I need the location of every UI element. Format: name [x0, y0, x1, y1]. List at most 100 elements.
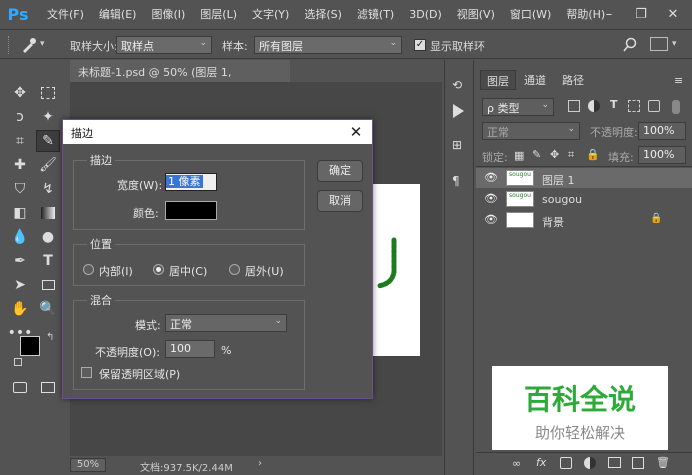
type-tool-icon[interactable]: T	[36, 250, 60, 272]
lock-all-icon[interactable]: 🔒	[586, 148, 600, 161]
menu-window[interactable]: 窗口(W)	[510, 6, 551, 22]
default-colors-icon[interactable]	[14, 358, 22, 366]
clone-stamp-tool-icon[interactable]: ⛉	[8, 178, 32, 200]
gradient-tool-icon[interactable]	[36, 202, 60, 224]
crop-tool-icon[interactable]: ⌗	[8, 130, 32, 152]
hand-tool-icon[interactable]: ✋	[8, 298, 32, 320]
filter-smart-object-icon[interactable]	[648, 100, 660, 112]
healing-brush-tool-icon[interactable]: ✚	[8, 154, 32, 176]
link-icon[interactable]: ∞	[512, 457, 521, 470]
lock-position-icon[interactable]: ✥	[550, 148, 559, 161]
magic-wand-tool-icon[interactable]: ✦	[36, 106, 60, 128]
blend-mode-select[interactable]: 正常 ⌄	[482, 122, 580, 140]
mode-select[interactable]: 正常 ⌄	[165, 314, 287, 332]
new-layer-icon[interactable]	[632, 457, 644, 469]
lasso-tool-icon[interactable]: ↄ	[8, 106, 32, 128]
zoom-tool-icon[interactable]: 🔍	[36, 298, 60, 320]
eye-icon[interactable]: 👁	[484, 192, 498, 205]
cancel-button[interactable]: 取消	[317, 190, 363, 212]
layer-row-sougou[interactable]: 👁 sougou sougou	[476, 189, 692, 209]
tab-paths[interactable]: 路径	[556, 70, 590, 90]
eyedropper-icon[interactable]	[20, 36, 38, 54]
menu-edit[interactable]: 编辑(E)	[99, 6, 137, 22]
sample-size-select[interactable]: 取样点 ⌄	[116, 36, 212, 54]
document-tab[interactable]: 未标题-1.psd @ 50% (图层 1, RGB/8#) * ×	[70, 60, 290, 93]
lock-artboard-icon[interactable]: ⌗	[568, 148, 574, 162]
filter-toggle-icon[interactable]	[672, 100, 680, 114]
preserve-transparency-checkbox[interactable]	[81, 367, 92, 378]
layer-name: 背景	[542, 216, 564, 229]
menu-select[interactable]: 选择(S)	[304, 6, 342, 22]
menu-3d[interactable]: 3D(D)	[409, 8, 442, 21]
filter-type-icon[interactable]: T	[610, 98, 618, 111]
marquee-tool-icon[interactable]	[36, 82, 60, 104]
move-tool-icon[interactable]: ✥	[8, 82, 32, 104]
adjustment-icon[interactable]	[584, 457, 596, 469]
quick-mask-icon[interactable]	[8, 376, 32, 398]
lock-transparent-icon[interactable]: ▦	[514, 149, 524, 162]
dialog-titlebar[interactable]: 描边	[63, 120, 372, 144]
mask-icon[interactable]	[560, 457, 572, 469]
layer-filter-select[interactable]: ρ 类型 ⌄	[482, 98, 554, 116]
filter-adjustment-icon[interactable]	[588, 100, 600, 112]
menu-image[interactable]: 图像(I)	[151, 6, 185, 22]
tab-channels[interactable]: 通道	[518, 70, 552, 90]
layer-row-layer1[interactable]: 👁 sougou 图层 1	[476, 168, 692, 188]
show-ring-checkbox[interactable]: ✓	[414, 39, 426, 51]
search-icon[interactable]	[622, 37, 638, 53]
eraser-tool-icon[interactable]: ◧	[8, 202, 32, 224]
paragraph-panel-icon[interactable]: ¶	[452, 174, 468, 190]
tool-preset-arrow-icon[interactable]: ▾	[40, 39, 45, 49]
radio-center[interactable]	[153, 264, 164, 275]
filter-pixel-icon[interactable]	[568, 100, 580, 112]
path-selection-tool-icon[interactable]: ➤	[8, 274, 32, 296]
radio-inside[interactable]	[83, 264, 94, 275]
layer-row-background[interactable]: 👁 背景 🔒	[476, 210, 692, 230]
restore-button[interactable]: ❐	[628, 4, 654, 24]
ok-button[interactable]: 确定	[317, 160, 363, 182]
history-panel-icon[interactable]: ⟲	[452, 78, 468, 94]
group-icon[interactable]	[608, 457, 621, 468]
properties-panel-icon[interactable]: ⊞	[452, 138, 468, 154]
eye-icon[interactable]: 👁	[484, 171, 498, 184]
panel-menu-icon[interactable]: ≡	[674, 74, 683, 87]
menu-view[interactable]: 视图(V)	[457, 6, 495, 22]
rectangle-tool-icon[interactable]	[36, 274, 60, 296]
brush-tool-icon[interactable]: 🖌	[36, 154, 60, 176]
zoom-field[interactable]: 50%	[70, 458, 106, 472]
eyedropper-tool-icon[interactable]: ✎	[36, 130, 60, 152]
tab-layers[interactable]: 图层	[480, 70, 516, 90]
close-icon[interactable]: ✕	[346, 122, 366, 142]
foreground-color-swatch[interactable]	[20, 336, 40, 356]
menu-layer[interactable]: 图层(L)	[200, 6, 237, 22]
filter-shape-icon[interactable]	[628, 100, 640, 112]
menu-filter[interactable]: 滤镜(T)	[357, 6, 394, 22]
minimize-button[interactable]: –	[596, 4, 622, 24]
status-arrow-icon[interactable]: ›	[258, 458, 262, 469]
document-canvas[interactable]	[370, 184, 420, 356]
menu-file[interactable]: 文件(F)	[47, 6, 84, 22]
workspace-chevron-icon[interactable]: ▾	[672, 39, 677, 49]
eye-icon[interactable]: 👁	[484, 213, 498, 226]
menu-type[interactable]: 文字(Y)	[252, 6, 289, 22]
blur-tool-icon[interactable]: 💧	[8, 226, 32, 248]
fx-icon[interactable]: fx	[536, 456, 546, 469]
history-brush-tool-icon[interactable]: ↯	[36, 178, 60, 200]
options-grip[interactable]	[8, 36, 12, 54]
workspace-icon[interactable]	[650, 37, 668, 51]
stroke-color-swatch[interactable]	[165, 201, 217, 220]
radio-outside[interactable]	[229, 264, 240, 275]
trash-icon[interactable]: 🗑	[656, 456, 670, 469]
dodge-tool-icon[interactable]: ●	[36, 226, 60, 248]
swap-colors-icon[interactable]: ↰	[46, 332, 54, 343]
opacity-field[interactable]: 100%	[638, 122, 686, 140]
actions-play-icon[interactable]	[453, 104, 464, 118]
screen-mode-icon[interactable]	[36, 376, 60, 398]
close-window-button[interactable]: ✕	[660, 4, 686, 24]
width-field[interactable]: 1 像素	[165, 173, 217, 191]
sample-select[interactable]: 所有图层 ⌄	[254, 36, 402, 54]
fill-field[interactable]: 100%	[638, 146, 686, 164]
lock-pixels-icon[interactable]: ✎	[532, 148, 541, 161]
opacity-field[interactable]: 100	[165, 340, 215, 358]
pen-tool-icon[interactable]: ✒	[8, 250, 32, 272]
